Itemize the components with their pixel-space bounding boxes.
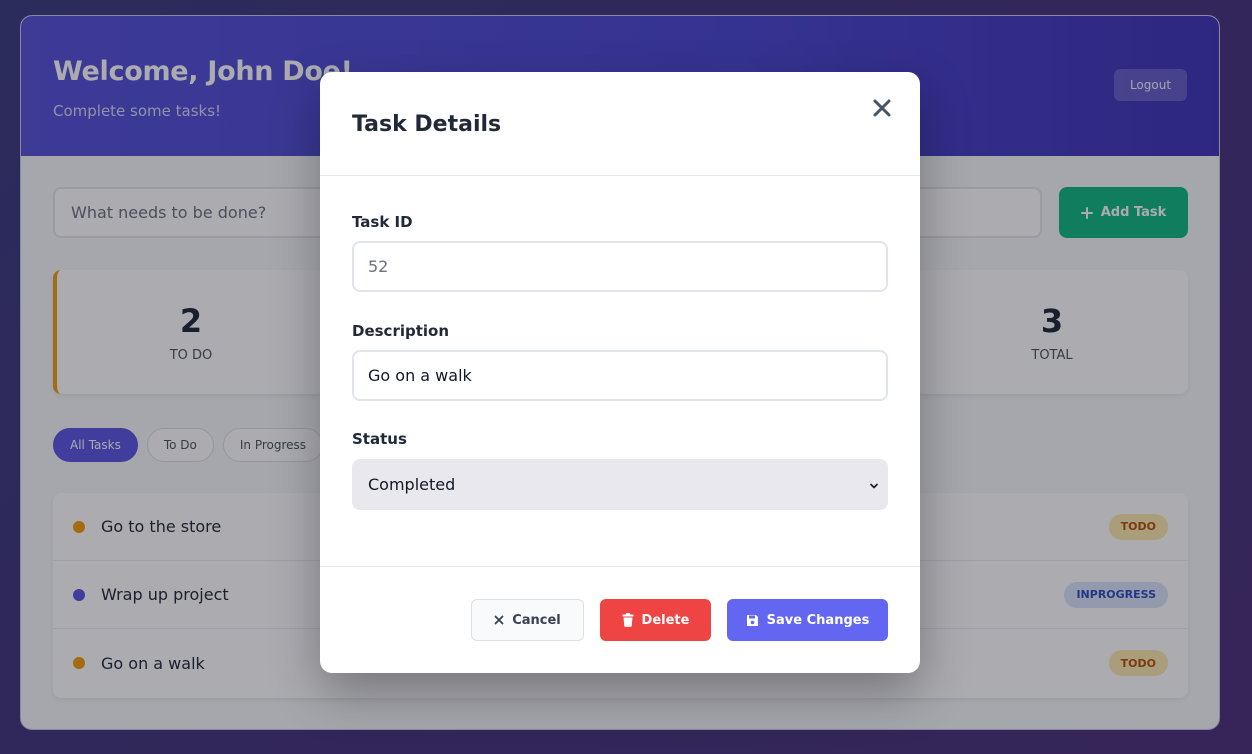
delete-button[interactable]: Delete [600,599,711,641]
task-id-label: Task ID [352,213,413,231]
description-field[interactable]: Go on a walk [352,350,888,401]
save-changes-button[interactable]: Save Changes [727,599,888,641]
task-id-field[interactable]: 52 [352,241,888,292]
description-label: Description [352,322,450,340]
trash-icon [622,613,634,627]
modal-title: Task Details [352,112,502,137]
status-select-value: Completed [368,475,456,494]
status-select[interactable]: Completed [352,459,888,510]
chevron-down-icon [870,483,878,489]
modal-header: Task Details [320,72,920,176]
close-icon [494,615,504,625]
status-label: Status [352,430,407,448]
modal-footer: Cancel Delete Save Changes [320,566,920,673]
task-details-modal: Task Details Task ID 52 Description Go o… [320,72,920,673]
delete-label: Delete [641,612,690,628]
close-icon[interactable] [870,96,894,120]
save-changes-label: Save Changes [766,612,870,628]
save-icon [746,614,758,626]
cancel-button[interactable]: Cancel [471,599,584,641]
cancel-label: Cancel [512,612,561,628]
